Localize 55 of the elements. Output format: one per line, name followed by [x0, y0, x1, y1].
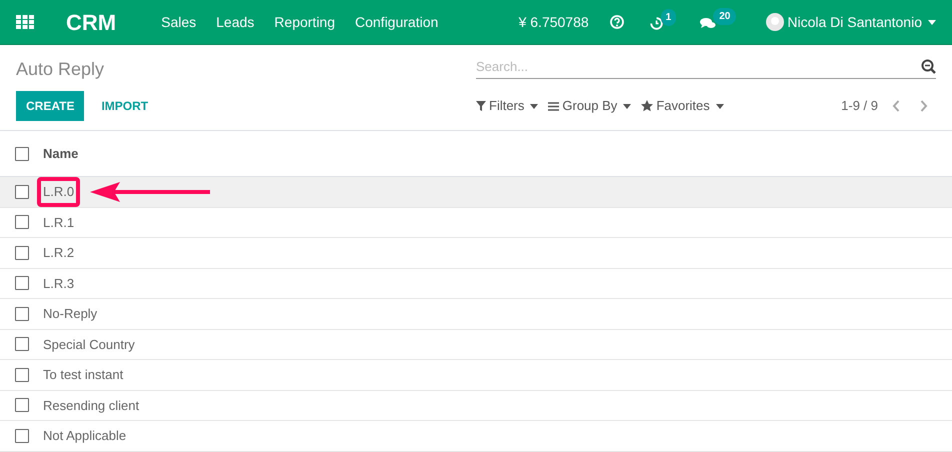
table-cell-text: L.R.0: [43, 183, 74, 201]
pager-value: 1-9 / 9: [841, 97, 878, 116]
apps-menu-icon[interactable]: [16, 15, 34, 29]
checkbox[interactable]: [15, 246, 29, 260]
table-cell-text: Not Applicable: [43, 427, 126, 445]
filter-dropdown[interactable]: Favorites: [641, 96, 724, 116]
table-row[interactable]: L.R.1: [0, 208, 952, 238]
table-row[interactable]: Resending client: [0, 390, 952, 421]
table-cell-text: L.R.1: [43, 214, 74, 232]
checkbox[interactable]: [15, 428, 29, 443]
table-cell-text: No-Reply: [43, 305, 98, 323]
caret-icon: [716, 104, 724, 108]
filter-dropdown[interactable]: Group By: [548, 96, 632, 116]
activity-badge: 1: [660, 8, 676, 26]
table-cell-text: Special Country: [43, 336, 135, 354]
message-badge: 20: [713, 8, 736, 25]
table-cell-text: Resending client: [43, 396, 140, 415]
list-icon: [548, 102, 560, 110]
checkbox[interactable]: [15, 337, 29, 352]
table-cell-text: L.R.2: [43, 244, 74, 262]
checkbox[interactable]: [15, 184, 29, 199]
checkbox[interactable]: [15, 368, 29, 382]
avatar-icon: [766, 13, 784, 31]
user-menu[interactable]: Nicola Di Santantonio: [787, 12, 936, 32]
checkbox[interactable]: [15, 398, 29, 412]
create-button[interactable]: CREATE: [16, 91, 84, 121]
table-cell-text: To test instant: [43, 366, 124, 384]
menu-item[interactable]: Reporting: [274, 12, 335, 32]
caret-icon: [623, 104, 632, 108]
checkbox[interactable]: [15, 146, 29, 160]
import-button[interactable]: IMPORT: [88, 91, 162, 121]
checkbox[interactable]: [15, 306, 29, 321]
caret-icon: [928, 20, 936, 24]
search-field[interactable]: Search...: [476, 56, 921, 78]
app-title[interactable]: CRM: [66, 6, 116, 38]
caret-icon: [530, 104, 538, 108]
checkbox[interactable]: [15, 276, 29, 290]
search-icon[interactable]: [921, 59, 936, 74]
help-icon[interactable]: [610, 15, 624, 29]
star-icon: [641, 100, 654, 112]
menu-item[interactable]: Configuration: [355, 12, 438, 32]
filter-dropdown[interactable]: Filters: [476, 96, 538, 116]
clock-icon[interactable]: [650, 16, 663, 30]
table-row[interactable]: Special Country: [0, 330, 952, 360]
checkbox[interactable]: [15, 215, 29, 230]
menu-item[interactable]: Leads: [216, 12, 254, 32]
menu-item[interactable]: Sales: [161, 12, 196, 32]
chat-icon[interactable]: [700, 17, 716, 30]
column-header[interactable]: Name: [43, 144, 78, 164]
balance: ¥ 6.750788: [518, 12, 589, 32]
filter-icon: [476, 101, 486, 111]
table-cell-text: L.R.3: [43, 274, 74, 292]
table-row[interactable]: L.R.3: [0, 268, 952, 299]
table-row[interactable]: L.R.0: [0, 177, 952, 208]
page-title: Auto Reply: [16, 58, 106, 81]
